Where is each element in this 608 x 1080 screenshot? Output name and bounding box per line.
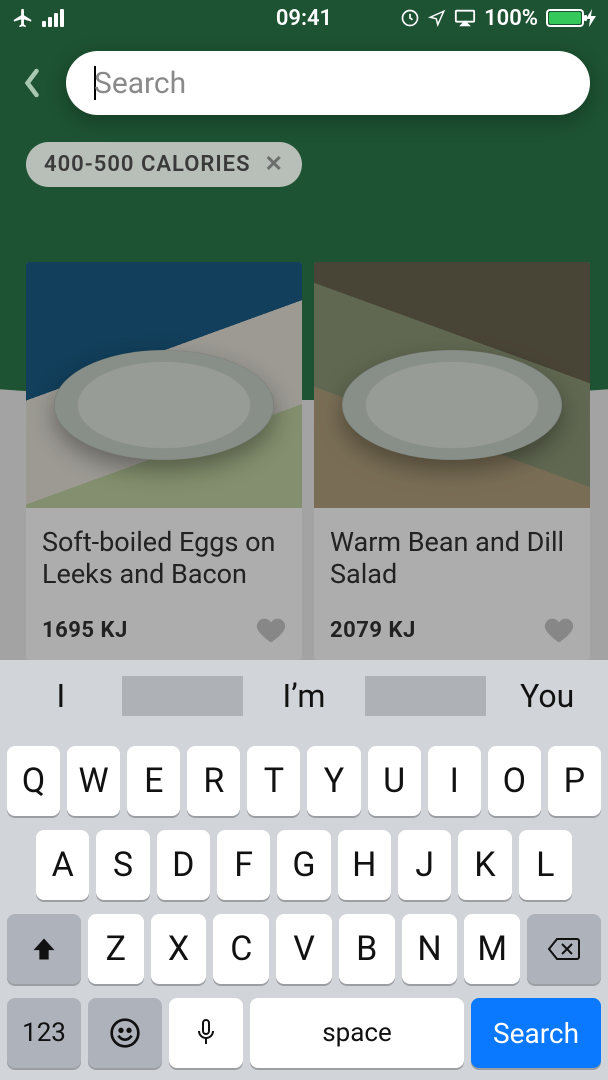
key[interactable]: E (127, 746, 180, 816)
status-bar: 09:41 100% (0, 0, 608, 36)
key[interactable]: D (157, 830, 210, 900)
battery-percent: 100% (484, 6, 538, 31)
key[interactable]: L (519, 830, 572, 900)
filter-chip-calories[interactable]: 400-500 CALORIES ✕ (26, 142, 302, 187)
key[interactable]: Z (88, 914, 144, 984)
keyboard-suggestions: I I’m You (0, 660, 608, 732)
recipe-card[interactable]: Soft-boiled Eggs on Leeks and Bacon 1695… (26, 262, 302, 660)
key[interactable]: F (217, 830, 270, 900)
recipe-title: Soft-boiled Eggs on Leeks and Bacon (42, 526, 286, 591)
keyboard-row-1: Q W E R T Y U I O P (0, 746, 608, 816)
orientation-lock-icon (400, 8, 420, 28)
status-time: 09:41 (276, 6, 332, 31)
recipe-energy: 2079 KJ (330, 618, 416, 643)
shift-key[interactable] (7, 914, 81, 984)
emoji-key[interactable] (88, 998, 162, 1068)
key[interactable]: R (187, 746, 240, 816)
key[interactable]: O (488, 746, 541, 816)
key[interactable]: G (277, 830, 330, 900)
key[interactable]: W (67, 746, 120, 816)
backspace-icon (547, 936, 581, 962)
recipe-image (26, 262, 302, 508)
keyboard-row-bottom: 123 space Search (0, 998, 608, 1068)
key[interactable]: U (368, 746, 421, 816)
key[interactable]: Q (7, 746, 60, 816)
key[interactable]: Y (307, 746, 360, 816)
recipe-title: Warm Bean and Dill Salad (330, 526, 574, 591)
microphone-icon (194, 1017, 218, 1049)
key[interactable]: P (548, 746, 601, 816)
heart-icon (256, 616, 286, 644)
key[interactable]: V (276, 914, 332, 984)
divider (122, 676, 244, 716)
key[interactable]: J (398, 830, 451, 900)
favorite-button[interactable] (544, 616, 574, 644)
key[interactable]: H (338, 830, 391, 900)
key[interactable]: B (339, 914, 395, 984)
shift-icon (30, 935, 58, 963)
suggestion[interactable]: You (486, 677, 608, 715)
recipe-image (314, 262, 590, 508)
numbers-key[interactable]: 123 (7, 998, 81, 1068)
favorite-button[interactable] (256, 616, 286, 644)
chevron-left-icon (22, 68, 42, 98)
recipe-energy: 1695 KJ (42, 618, 128, 643)
keyboard-row-2: A S D F G H J K L (0, 830, 608, 900)
keyboard: I I’m You Q W E R T Y U I O P A S D F G … (0, 660, 608, 1080)
results-grid: Soft-boiled Eggs on Leeks and Bacon 1695… (26, 262, 590, 660)
keyboard-action-key[interactable]: Search (471, 998, 601, 1068)
dictation-key[interactable] (169, 998, 243, 1068)
suggestion[interactable]: I’m (243, 677, 365, 715)
emoji-icon (109, 1017, 141, 1049)
key[interactable]: A (36, 830, 89, 900)
key[interactable]: T (247, 746, 300, 816)
divider (365, 676, 487, 716)
heart-icon (544, 616, 574, 644)
key[interactable]: N (402, 914, 458, 984)
location-icon (428, 9, 446, 27)
space-key[interactable]: space (250, 998, 464, 1068)
battery-icon (546, 9, 596, 27)
key[interactable]: M (464, 914, 520, 984)
keyboard-row-3: Z X C V B N M (0, 914, 608, 984)
key[interactable]: C (213, 914, 269, 984)
backspace-key[interactable] (527, 914, 601, 984)
signal-icon (42, 9, 64, 27)
airplay-icon (454, 8, 476, 28)
close-icon[interactable]: ✕ (265, 154, 284, 176)
back-button[interactable] (10, 61, 54, 105)
key[interactable]: X (151, 914, 207, 984)
search-field[interactable] (66, 51, 590, 115)
airplane-mode-icon (12, 7, 34, 29)
filter-chip-label: 400-500 CALORIES (44, 152, 251, 177)
key[interactable]: S (96, 830, 149, 900)
key[interactable]: I (428, 746, 481, 816)
suggestion[interactable]: I (0, 677, 122, 715)
recipe-card[interactable]: Warm Bean and Dill Salad 2079 KJ (314, 262, 590, 660)
search-input[interactable] (94, 66, 562, 101)
key[interactable]: K (458, 830, 511, 900)
